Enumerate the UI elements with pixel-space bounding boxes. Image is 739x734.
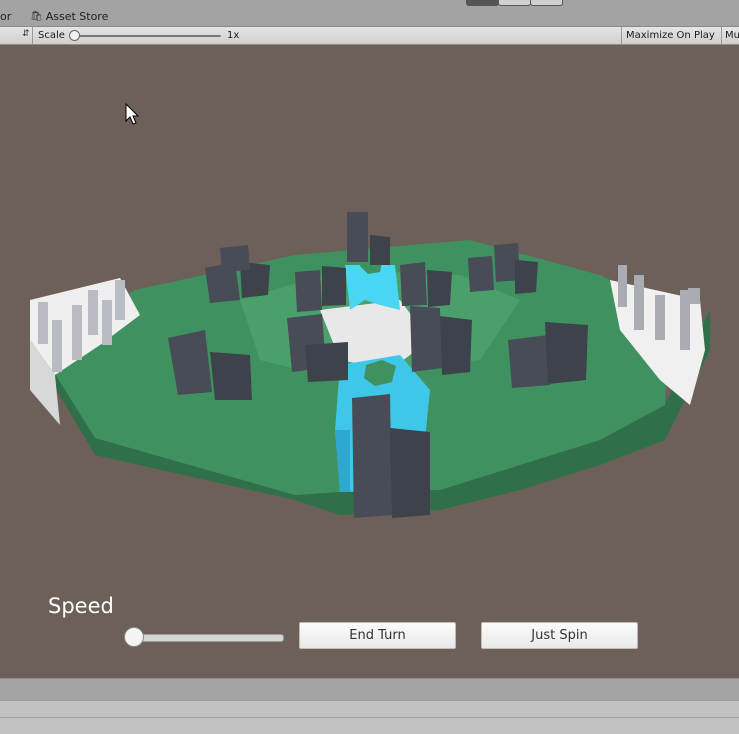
shopping-bag-icon: 🛍	[30, 11, 43, 22]
game-viewport-scene[interactable]	[0, 45, 739, 678]
toolbar-separator	[32, 27, 33, 44]
speed-label: Speed	[48, 594, 114, 618]
scale-slider-track[interactable]	[73, 35, 221, 37]
tab-asset-store[interactable]: 🛍 Asset Store	[30, 10, 108, 23]
toolbar-separator	[721, 27, 722, 44]
panel-divider	[0, 717, 739, 718]
maximize-on-play-toggle[interactable]: Maximize On Play	[626, 30, 715, 41]
scale-label: Scale	[38, 30, 65, 41]
game-view-toolbar: ⇵ Scale 1x Maximize On Play Mu	[0, 27, 739, 45]
scale-slider-thumb[interactable]	[69, 30, 80, 41]
tab-partial[interactable]: or	[0, 10, 11, 23]
just-spin-button[interactable]: Just Spin	[481, 622, 638, 649]
view-tool-toggle[interactable]	[466, 0, 563, 6]
toolbar-separator	[621, 27, 622, 44]
end-turn-button[interactable]: End Turn	[299, 622, 456, 649]
status-bar	[0, 678, 739, 701]
mouse-cursor-icon	[125, 103, 140, 125]
asset-store-label: Asset Store	[45, 10, 109, 23]
mute-audio-toggle[interactable]: Mu	[725, 30, 739, 41]
speed-slider-track[interactable]	[133, 634, 284, 642]
speed-slider-thumb[interactable]	[124, 627, 144, 647]
top-tab-bar: or 🛍 Asset Store	[0, 0, 739, 27]
up-down-arrows-icon[interactable]: ⇵	[22, 29, 30, 39]
scale-value: 1x	[227, 30, 240, 41]
